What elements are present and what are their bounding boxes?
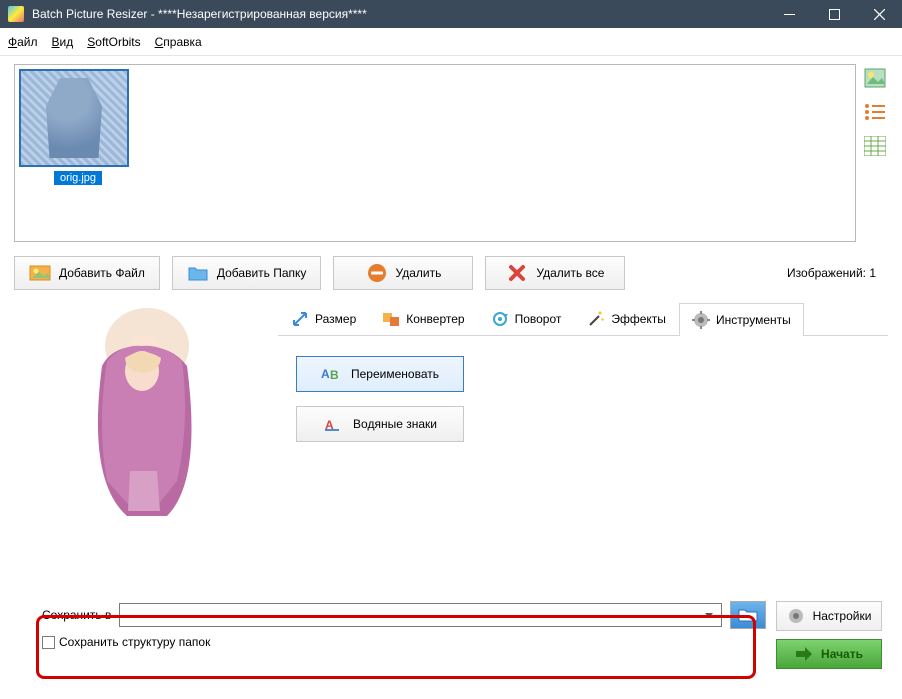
thumbnail-image <box>19 69 129 167</box>
arrow-right-icon <box>795 647 813 661</box>
converter-icon <box>382 310 400 328</box>
rotate-icon <box>491 310 509 328</box>
add-folder-icon <box>187 263 209 283</box>
browse-button[interactable] <box>730 601 766 629</box>
resize-icon <box>291 310 309 328</box>
keep-folders-label: Сохранить структуру папок <box>59 635 210 649</box>
main-toolbar: Добавить Файл Добавить Папку Удалить Уда… <box>14 256 888 290</box>
save-path-combobox[interactable] <box>119 603 722 627</box>
tab-tools-label: Инструменты <box>716 313 791 327</box>
add-folder-button[interactable]: Добавить Папку <box>172 256 322 290</box>
thumbnail-item[interactable]: orig.jpg <box>19 69 137 185</box>
watermark-button[interactable]: A Водяные знаки <box>296 406 464 442</box>
menu-help[interactable]: Справка <box>155 35 202 49</box>
settings-label: Настройки <box>813 609 872 623</box>
watermark-icon: A <box>323 414 343 434</box>
add-folder-label: Добавить Папку <box>217 266 307 280</box>
folder-icon <box>737 606 759 624</box>
image-count: Изображений: 1 <box>787 266 876 280</box>
view-details-icon[interactable] <box>862 134 888 158</box>
close-button[interactable] <box>857 0 902 28</box>
title-bar: Batch Picture Resizer - ****Незарегистри… <box>0 0 902 28</box>
delete-label: Удалить <box>396 266 442 280</box>
add-file-label: Добавить Файл <box>59 266 145 280</box>
rename-icon: AB <box>321 364 341 384</box>
view-list-icon[interactable] <box>862 100 888 124</box>
minimize-button[interactable] <box>767 0 812 28</box>
maximize-button[interactable] <box>812 0 857 28</box>
tools-icon <box>692 311 710 329</box>
watermark-label: Водяные знаки <box>353 417 437 431</box>
thumbnail-panel[interactable]: orig.jpg <box>14 64 856 242</box>
delete-all-icon <box>506 263 528 283</box>
start-button[interactable]: Начать <box>776 639 882 669</box>
tab-converter[interactable]: Конвертер <box>369 302 477 335</box>
menu-view[interactable]: Вид <box>52 35 74 49</box>
add-file-icon <box>29 263 51 283</box>
menu-softorbits[interactable]: SoftOrbits <box>87 35 140 49</box>
delete-all-label: Удалить все <box>536 266 604 280</box>
add-file-button[interactable]: Добавить Файл <box>14 256 160 290</box>
menu-file[interactable]: Файл <box>8 35 38 49</box>
menu-bar: Файл Вид SoftOrbits Справка <box>0 28 902 56</box>
tab-effects[interactable]: Эффекты <box>574 302 679 335</box>
tab-converter-label: Конвертер <box>406 312 464 326</box>
tab-rotate-label: Поворот <box>515 312 562 326</box>
tab-effects-label: Эффекты <box>611 312 666 326</box>
delete-button[interactable]: Удалить <box>333 256 473 290</box>
preview-panel <box>14 302 270 537</box>
save-to-label: Сохранить в <box>42 608 111 622</box>
keep-folder-structure-checkbox[interactable] <box>42 636 55 649</box>
gear-icon <box>787 607 805 625</box>
delete-icon <box>366 263 388 283</box>
tabs-header: Размер Конвертер Поворот Эффекты Инструм… <box>278 302 888 336</box>
tab-tools[interactable]: Инструменты <box>679 303 804 336</box>
view-thumbnails-icon[interactable] <box>862 66 888 90</box>
start-label: Начать <box>821 647 863 661</box>
svg-text:A: A <box>321 367 330 381</box>
tab-size[interactable]: Размер <box>278 302 369 335</box>
thumbnail-filename: orig.jpg <box>54 171 102 185</box>
window-title: Batch Picture Resizer - ****Незарегистри… <box>32 7 367 21</box>
tab-size-label: Размер <box>315 312 356 326</box>
rename-label: Переименовать <box>351 367 439 381</box>
settings-button[interactable]: Настройки <box>776 601 882 631</box>
rename-button[interactable]: AB Переименовать <box>296 356 464 392</box>
effects-icon <box>587 310 605 328</box>
app-icon <box>8 6 24 22</box>
delete-all-button[interactable]: Удалить все <box>485 256 625 290</box>
svg-text:B: B <box>330 368 339 382</box>
tabs-body: AB Переименовать A Водяные знаки <box>278 336 888 476</box>
tab-rotate[interactable]: Поворот <box>478 302 575 335</box>
